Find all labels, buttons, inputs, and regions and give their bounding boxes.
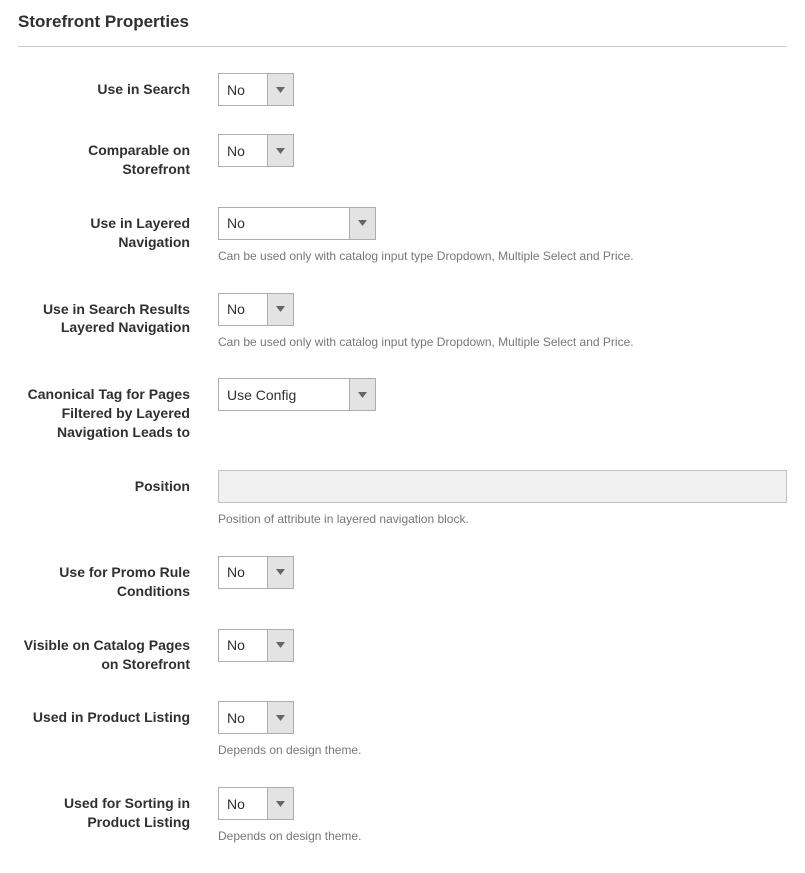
- select-search-results-layered[interactable]: No: [218, 293, 294, 326]
- chevron-down-icon: [267, 135, 293, 166]
- field-canonical-tag: Canonical Tag for Pages Filtered by Laye…: [18, 378, 787, 442]
- label-position: Position: [18, 470, 218, 496]
- chevron-down-icon: [267, 630, 293, 661]
- select-value: No: [219, 788, 267, 819]
- select-sorting-listing[interactable]: No: [218, 787, 294, 820]
- label-visible-catalog: Visible on Catalog Pages on Storefront: [18, 629, 218, 674]
- select-value: No: [219, 208, 349, 239]
- input-position[interactable]: [218, 470, 787, 503]
- select-comparable[interactable]: No: [218, 134, 294, 167]
- select-value: No: [219, 74, 267, 105]
- chevron-down-icon: [267, 294, 293, 325]
- help-position: Position of attribute in layered navigat…: [218, 511, 787, 528]
- select-value: No: [219, 557, 267, 588]
- field-search-results-layered: Use in Search Results Layered Navigation…: [18, 293, 787, 351]
- chevron-down-icon: [349, 208, 375, 239]
- field-visible-catalog: Visible on Catalog Pages on Storefront N…: [18, 629, 787, 674]
- field-sorting-listing: Used for Sorting in Product Listing No D…: [18, 787, 787, 845]
- label-canonical-tag: Canonical Tag for Pages Filtered by Laye…: [18, 378, 218, 442]
- label-promo-rule: Use for Promo Rule Conditions: [18, 556, 218, 601]
- chevron-down-icon: [267, 74, 293, 105]
- field-comparable: Comparable on Storefront No: [18, 134, 787, 179]
- field-position: Position Position of attribute in layere…: [18, 470, 787, 528]
- select-visible-catalog[interactable]: No: [218, 629, 294, 662]
- select-value: No: [219, 135, 267, 166]
- select-value: No: [219, 702, 267, 733]
- label-product-listing: Used in Product Listing: [18, 701, 218, 727]
- chevron-down-icon: [267, 702, 293, 733]
- select-value: Use Config: [219, 379, 349, 410]
- select-canonical-tag[interactable]: Use Config: [218, 378, 376, 411]
- select-promo-rule[interactable]: No: [218, 556, 294, 589]
- chevron-down-icon: [267, 788, 293, 819]
- select-value: No: [219, 294, 267, 325]
- select-layered-nav[interactable]: No: [218, 207, 376, 240]
- label-sorting-listing: Used for Sorting in Product Listing: [18, 787, 218, 832]
- field-use-in-search: Use in Search No: [18, 73, 787, 106]
- select-value: No: [219, 630, 267, 661]
- help-search-results-layered: Can be used only with catalog input type…: [218, 334, 787, 351]
- chevron-down-icon: [267, 557, 293, 588]
- field-layered-nav: Use in Layered Navigation No Can be used…: [18, 207, 787, 265]
- label-comparable: Comparable on Storefront: [18, 134, 218, 179]
- help-sorting-listing: Depends on design theme.: [218, 828, 787, 845]
- select-product-listing[interactable]: No: [218, 701, 294, 734]
- field-promo-rule: Use for Promo Rule Conditions No: [18, 556, 787, 601]
- help-product-listing: Depends on design theme.: [218, 742, 787, 759]
- select-use-in-search[interactable]: No: [218, 73, 294, 106]
- chevron-down-icon: [349, 379, 375, 410]
- section-title: Storefront Properties: [18, 0, 787, 47]
- label-layered-nav: Use in Layered Navigation: [18, 207, 218, 252]
- label-search-results-layered: Use in Search Results Layered Navigation: [18, 293, 218, 338]
- label-use-in-search: Use in Search: [18, 73, 218, 99]
- help-layered-nav: Can be used only with catalog input type…: [218, 248, 787, 265]
- field-product-listing: Used in Product Listing No Depends on de…: [18, 701, 787, 759]
